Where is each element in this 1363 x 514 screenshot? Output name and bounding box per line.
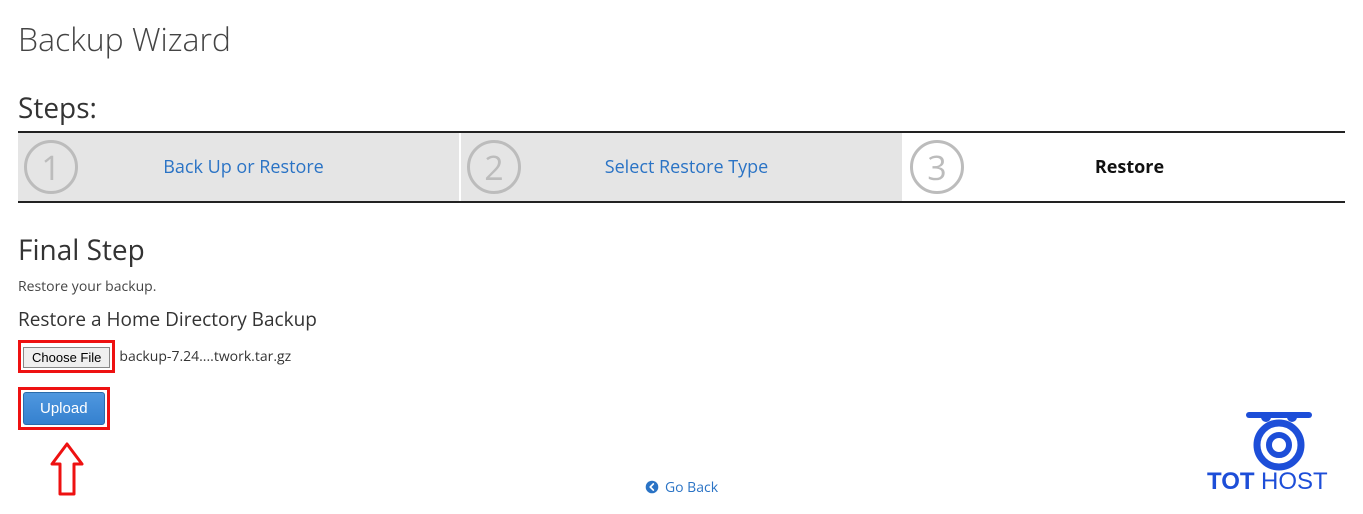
go-back-row: Go Back bbox=[18, 477, 1345, 499]
logo-text-right: HOST bbox=[1261, 468, 1328, 495]
steps-label: Steps: bbox=[18, 89, 1345, 127]
arrow-up-icon bbox=[50, 442, 84, 498]
go-back-label: Go Back bbox=[665, 478, 718, 497]
annotation-highlight-box: Upload bbox=[18, 387, 110, 430]
step-number-circle: 2 bbox=[467, 140, 521, 194]
arrow-left-circle-icon bbox=[645, 480, 659, 494]
selected-filename: backup-7.24....twork.tar.gz bbox=[119, 347, 291, 366]
file-input-row: Choose File backup-7.24....twork.tar.gz bbox=[18, 340, 1345, 373]
step-number-circle: 1 bbox=[24, 140, 78, 194]
restore-heading: Restore a Home Directory Backup bbox=[18, 306, 1345, 332]
tothost-logo-icon: TOT HOST bbox=[1199, 407, 1349, 497]
brand-logo: TOT HOST bbox=[1199, 407, 1349, 502]
final-step-description: Restore your backup. bbox=[18, 277, 1345, 296]
step-restore[interactable]: 3 Restore bbox=[904, 133, 1345, 201]
logo-text-left: TOT bbox=[1207, 468, 1255, 495]
choose-file-button[interactable]: Choose File bbox=[23, 347, 110, 368]
annotation-highlight-box: Choose File bbox=[18, 340, 115, 373]
page-title: Backup Wizard bbox=[18, 18, 1345, 61]
step-label: Restore bbox=[964, 155, 1345, 179]
step-label: Back Up or Restore bbox=[78, 155, 459, 179]
go-back-link[interactable]: Go Back bbox=[645, 478, 718, 497]
step-label: Select Restore Type bbox=[521, 155, 902, 179]
step-select-restore-type[interactable]: 2 Select Restore Type bbox=[461, 133, 904, 201]
step-backup-restore[interactable]: 1 Back Up or Restore bbox=[18, 133, 461, 201]
upload-button[interactable]: Upload bbox=[23, 392, 105, 425]
steps-row: 1 Back Up or Restore 2 Select Restore Ty… bbox=[18, 131, 1345, 203]
step-number-circle: 3 bbox=[910, 140, 964, 194]
final-step-title: Final Step bbox=[18, 231, 1345, 269]
